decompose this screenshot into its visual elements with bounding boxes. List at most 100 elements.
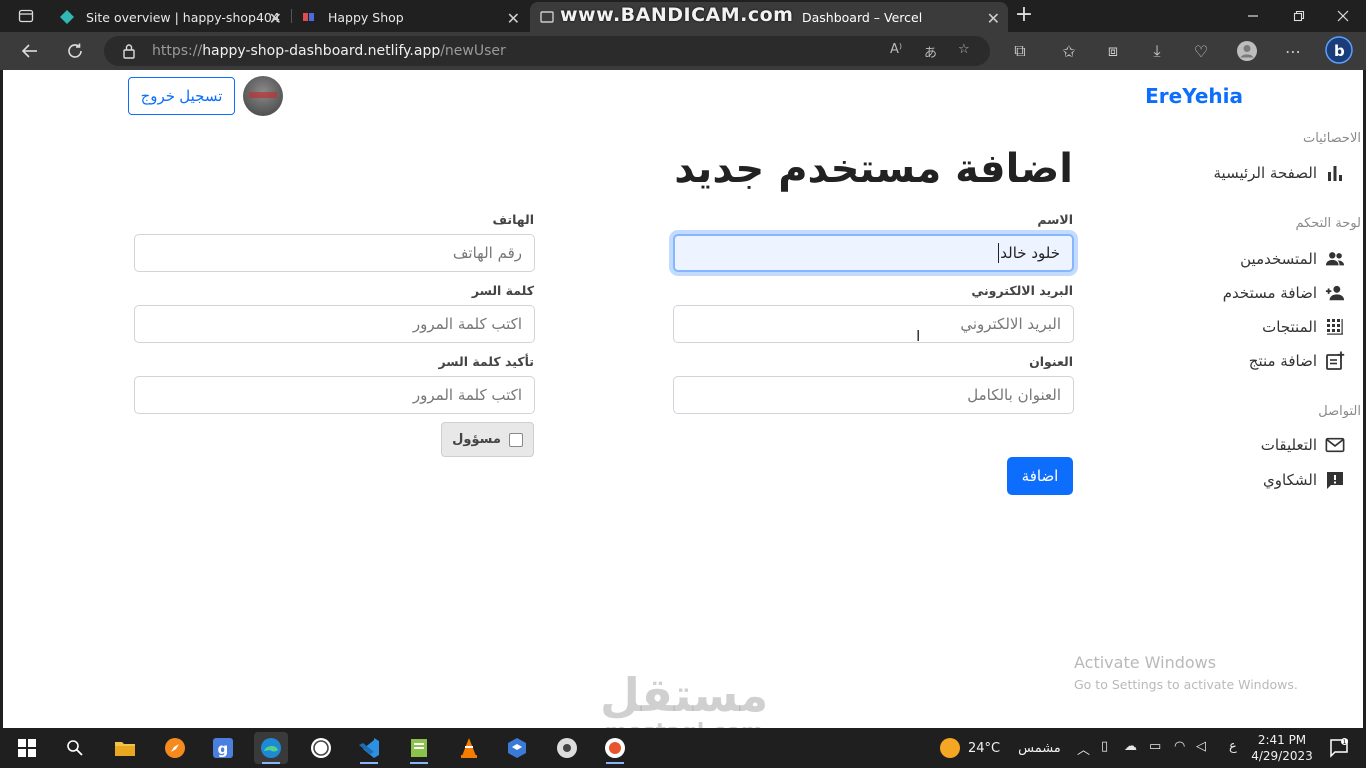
system-clock[interactable]: 2:41 PM 4/29/2023 [1251, 732, 1313, 764]
sidebar-item-add-user[interactable]: اضافة مستخدم [1223, 283, 1345, 303]
taskbar-bandicam[interactable] [598, 732, 632, 764]
minimize-button[interactable] [1230, 0, 1276, 32]
svg-text:b: b [1334, 42, 1345, 60]
sidebar-item-label: التعليقات [1260, 436, 1317, 454]
confirm-password-label: تأكيد كلمة السر [438, 354, 535, 369]
favorites-button[interactable]: ✩ [1054, 38, 1084, 64]
weather-text: مشمس [1018, 740, 1061, 756]
tab-happy-shop[interactable]: Happy Shop ✕ [292, 2, 528, 32]
taskbar-app-blue[interactable] [500, 732, 534, 764]
volume-icon[interactable]: ◁ [1196, 739, 1206, 754]
read-aloud-icon[interactable]: A⁾ [890, 42, 902, 57]
confirm-password-field[interactable] [134, 376, 535, 414]
close-window-button[interactable] [1320, 0, 1366, 32]
sidebar-item-products[interactable]: المنتجات [1262, 317, 1345, 337]
weather-temp: 24°C [968, 740, 1001, 756]
address-label: العنوان [1029, 354, 1073, 369]
collections-button[interactable]: ⧈ [1098, 38, 1128, 64]
brand-logo[interactable]: EreYehia [1145, 84, 1243, 108]
address-bar[interactable]: https://happy-shop-dashboard.netlify.app… [104, 36, 990, 66]
taskbar-google-app[interactable]: g [206, 732, 240, 764]
tab-site-overview[interactable]: Site overview | happy-shop404 ✕ [50, 2, 290, 32]
vlc-icon [461, 738, 477, 758]
sidebar-item-label: اضافة مستخدم [1222, 284, 1317, 302]
favorites-icon: ✩ [1062, 41, 1076, 61]
start-button[interactable] [10, 732, 44, 764]
translate-icon[interactable]: あ [924, 42, 937, 61]
sun-icon [940, 738, 960, 758]
happy-shop-favicon [303, 13, 314, 21]
tray-device-icon[interactable]: ▯ [1101, 739, 1108, 754]
sidebar-item-users[interactable]: المتسخدمين [1240, 249, 1345, 269]
tray-chevron-icon[interactable]: ︿ [1077, 739, 1090, 758]
taskbar-vlc[interactable] [452, 732, 486, 764]
name-label: الاسم [1037, 212, 1073, 227]
sidebar-item-complaints[interactable]: الشكاوي [1263, 470, 1345, 490]
weather-widget[interactable]: 24°C مشمس [940, 738, 1061, 758]
wifi-icon[interactable]: ◠ [1174, 739, 1185, 754]
taskbar-safari-app[interactable] [158, 732, 192, 764]
password-field[interactable] [134, 305, 535, 343]
refresh-button[interactable] [61, 38, 89, 64]
admin-checkbox[interactable] [508, 432, 523, 447]
sidebar-section-stats: الاحصائيات [1302, 131, 1361, 146]
svg-text:1: 1 [1343, 739, 1347, 746]
settings-more-button[interactable]: ⋯ [1278, 38, 1308, 64]
profile-button[interactable] [1232, 38, 1262, 64]
grid-icon [1327, 319, 1343, 335]
search-button[interactable] [58, 732, 92, 764]
back-button[interactable] [16, 38, 44, 64]
notification-icon: 1 [1330, 738, 1348, 758]
dashboard-page: EreYehia تسجيل خروج الاحصائيات الصفحة ال… [3, 70, 1363, 745]
taskbar-app-disc[interactable] [550, 732, 584, 764]
avatar-detail [249, 92, 277, 98]
new-tab-button[interactable]: + [1012, 4, 1036, 28]
taskbar-whatsapp[interactable] [304, 732, 338, 764]
sidebar-item-home[interactable]: الصفحة الرئيسية [1214, 163, 1346, 183]
notifications-button[interactable]: 1 [1322, 732, 1356, 764]
url-text: https://happy-shop-dashboard.netlify.app… [152, 43, 506, 59]
folder-icon [115, 742, 135, 756]
performance-button[interactable]: ♡ [1186, 38, 1216, 64]
address-field[interactable] [673, 376, 1074, 414]
sidebar-item-add-product[interactable]: اضافة منتج [1249, 351, 1345, 371]
extensions-button[interactable]: ⧉ [1005, 38, 1035, 64]
restore-button[interactable] [1276, 0, 1322, 32]
battery-icon[interactable]: ▭ [1149, 739, 1161, 754]
close-tab-icon[interactable]: ✕ [507, 9, 520, 28]
close-icon [1337, 10, 1349, 22]
sidebar-item-label: المنتجات [1262, 318, 1317, 336]
browser-toolbar: https://happy-shop-dashboard.netlify.app… [0, 32, 1366, 70]
tab-actions-button[interactable] [8, 4, 44, 28]
svg-text:g: g [218, 740, 229, 758]
email-field[interactable] [673, 305, 1074, 343]
bing-icon: b [1325, 36, 1353, 64]
lock-icon[interactable] [122, 43, 136, 59]
taskbar-notepad-app[interactable] [402, 732, 436, 764]
add-favorite-icon[interactable]: ☆ [958, 42, 970, 57]
text-cursor-icon: I [916, 327, 921, 345]
input-language[interactable]: ع [1229, 739, 1237, 754]
downloads-button[interactable]: ⤓ [1142, 38, 1172, 64]
logout-button[interactable]: تسجيل خروج [128, 77, 235, 115]
bing-button[interactable]: b [1324, 36, 1354, 64]
whatsapp-icon [311, 738, 331, 758]
avatar[interactable] [243, 76, 283, 116]
close-tab-icon[interactable]: ✕ [269, 9, 282, 28]
taskbar-edge[interactable] [254, 732, 288, 764]
sidebar-item-comments[interactable]: التعليقات [1261, 436, 1345, 454]
taskbar-file-explorer[interactable] [108, 732, 142, 764]
close-tab-icon[interactable]: ✕ [987, 9, 1000, 28]
taskbar-vscode[interactable] [352, 732, 386, 764]
add-user-submit-button[interactable]: اضافة [1007, 457, 1073, 495]
admin-toggle[interactable]: مسؤول [441, 422, 534, 457]
sidebar-item-label: الشكاوي [1263, 471, 1317, 489]
phone-field[interactable] [134, 234, 535, 272]
tray-cloud-icon[interactable]: ☁ [1124, 739, 1137, 754]
windows-taskbar: g 24°C مشمس ︿ ▯ ☁ ▭ ◠ ◁ ع 2:41 PM 4/29/2… [0, 728, 1366, 768]
tab-title: Site overview | happy-shop404 [86, 9, 280, 25]
minimize-icon [1248, 15, 1258, 17]
browser-tab-bar: Site overview | happy-shop404 ✕ Happy Sh… [0, 0, 1366, 32]
name-field[interactable] [673, 234, 1074, 272]
tab-title: Dashboard – Vercel [802, 9, 923, 25]
